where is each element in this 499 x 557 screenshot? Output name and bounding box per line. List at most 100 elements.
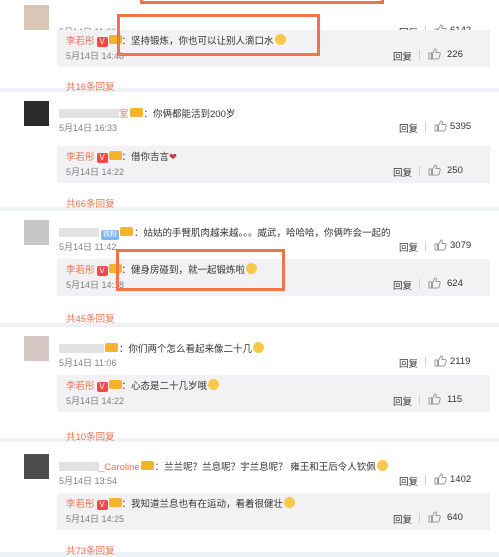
reply-link[interactable]: 回复	[399, 356, 418, 370]
reply-time: 5月14日 14:22	[66, 167, 125, 177]
verified-badge: V	[96, 382, 108, 392]
reply-author-name[interactable]: 李若彤	[66, 381, 95, 392]
divider	[419, 166, 420, 176]
comment-text: ：姑姑的手臂肌肉越来越。。。威武，哈哈哈，你俩咋会一起的	[134, 228, 391, 239]
divider	[425, 241, 426, 251]
expand-replies-link[interactable]: 共16条回复	[66, 79, 115, 93]
level-badge	[129, 108, 143, 117]
comment-time: 5月14日 16:33	[59, 123, 118, 133]
reply-link[interactable]: 回复	[393, 165, 412, 179]
reply-author-name[interactable]: 李若彤	[66, 36, 95, 47]
like-count: 624	[447, 278, 463, 289]
comment-text: ：兰兰呢？兰息呢？宇兰息呢？ 雍王和王后令人钦佩	[154, 462, 376, 473]
comment-text-line: 室 ：你俩都能活到200岁	[59, 106, 235, 120]
like-count: 115	[447, 394, 463, 405]
comment-text-line: ：你们两个怎么看起来像二十几	[59, 341, 265, 355]
like-count: 250	[447, 165, 463, 176]
avatar[interactable]	[24, 220, 49, 245]
reply-time: 5月14日 14:25	[66, 514, 125, 524]
divider	[419, 279, 420, 289]
blurred-username[interactable]	[59, 109, 119, 118]
reply-link[interactable]: 回复	[399, 121, 418, 135]
reply-time: 5月14日 14:22	[66, 396, 125, 406]
blurred-username[interactable]	[59, 344, 104, 353]
emoji-icon	[253, 342, 265, 353]
level-badge	[105, 343, 118, 352]
divider	[419, 50, 420, 60]
reply-author-name[interactable]: 李若彤	[66, 265, 95, 276]
avatar[interactable]	[24, 454, 49, 479]
verified-badge: V	[96, 266, 108, 276]
avatar[interactable]	[24, 5, 49, 30]
comment-text: ：你们两个怎么看起来像二十几	[119, 344, 253, 355]
commenter-name[interactable]: _Caroline	[99, 462, 140, 473]
thumbs-up-icon[interactable]	[434, 473, 447, 485]
thumbs-up-icon[interactable]	[434, 355, 447, 367]
divider	[425, 475, 426, 485]
avatar[interactable]	[24, 336, 49, 361]
like-count: 2119	[450, 356, 471, 367]
divider	[425, 122, 426, 132]
highlight-box	[117, 14, 320, 56]
expand-replies-link[interactable]: 共45条回复	[66, 311, 115, 325]
blurred-username[interactable]	[59, 462, 99, 471]
level-badge	[140, 461, 154, 470]
emoji-icon	[208, 379, 220, 390]
blurred-username[interactable]	[59, 228, 99, 237]
fan-badge: 铁粉	[101, 230, 119, 240]
like-count: 1402	[450, 474, 472, 485]
thumbs-up-icon[interactable]	[428, 511, 441, 523]
level-badge	[120, 227, 133, 236]
reply-link[interactable]: 回复	[393, 278, 412, 292]
reply-text-line: 李若彤 V ：借你吉言❤	[66, 149, 177, 163]
reply-author-name[interactable]: 李若彤	[66, 152, 95, 163]
like-count: 5395	[450, 121, 472, 132]
level-badge	[108, 498, 122, 507]
comment-time: 5月14日 13:54	[59, 476, 118, 486]
divider	[419, 513, 420, 523]
comment-text-line: 铁粉 ：姑姑的手臂肌肉越来越。。。威武，哈哈哈，你俩咋会一起的	[59, 225, 391, 240]
like-count: 226	[447, 49, 463, 60]
comment-text-line: _Caroline ：兰兰呢？兰息呢？宇兰息呢？ 雍王和王后令人钦佩	[59, 459, 388, 473]
avatar[interactable]	[24, 101, 49, 126]
verified-badge: V	[96, 500, 108, 510]
reply-text-line: 李若彤 V ：我知道兰息也有在运动，看着很健壮	[66, 496, 296, 510]
level-badge	[108, 380, 122, 389]
thumbs-up-icon[interactable]	[428, 393, 441, 405]
comment-time: 5月14日 11:42	[59, 242, 117, 252]
reply-time: 5月14日 14:48	[66, 51, 125, 61]
reply-link[interactable]: 回复	[399, 474, 418, 488]
like-count: 3079	[450, 240, 472, 251]
comment-text: ：你俩都能活到200岁	[143, 109, 236, 120]
thumbs-up-icon[interactable]	[428, 277, 441, 289]
divider	[419, 395, 420, 405]
emoji-icon	[376, 460, 388, 471]
thumbs-up-icon[interactable]	[434, 120, 447, 132]
verified-badge: V	[96, 153, 108, 163]
expand-replies-link[interactable]: 共73条回复	[66, 543, 115, 557]
reply-text: ：心态是二十几岁哦	[121, 381, 208, 392]
reply-text: ：借你吉言	[121, 152, 170, 163]
heart-icon: ❤	[169, 152, 177, 163]
highlight-box	[140, 0, 384, 4]
comment-feed: 5月14日 11:00回复6142李若彤V：坚持锻炼，你也可以让别人滴口水5月1…	[0, 0, 499, 557]
expand-replies-link[interactable]: 共10条回复	[66, 429, 115, 443]
reply-link[interactable]: 回复	[393, 49, 412, 63]
reply-text-line: 李若彤 V ：心态是二十几岁哦	[66, 378, 220, 392]
thumbs-up-icon[interactable]	[434, 239, 447, 251]
reply-author-name[interactable]: 李若彤	[66, 499, 95, 510]
emoji-icon	[284, 497, 296, 508]
comment-time: 5月14日 11:06	[59, 358, 117, 368]
level-badge	[108, 151, 122, 160]
reply-link[interactable]: 回复	[393, 394, 412, 408]
expand-replies-link[interactable]: 共66条回复	[66, 196, 115, 210]
thumbs-up-icon[interactable]	[428, 48, 441, 60]
thumbs-up-icon[interactable]	[428, 164, 441, 176]
divider	[425, 357, 426, 367]
highlight-box	[116, 249, 285, 291]
like-count: 640	[447, 512, 463, 523]
verified-badge: V	[96, 37, 108, 47]
reply-link[interactable]: 回复	[393, 512, 412, 526]
commenter-name[interactable]: 室	[119, 109, 129, 120]
reply-link[interactable]: 回复	[399, 240, 418, 254]
